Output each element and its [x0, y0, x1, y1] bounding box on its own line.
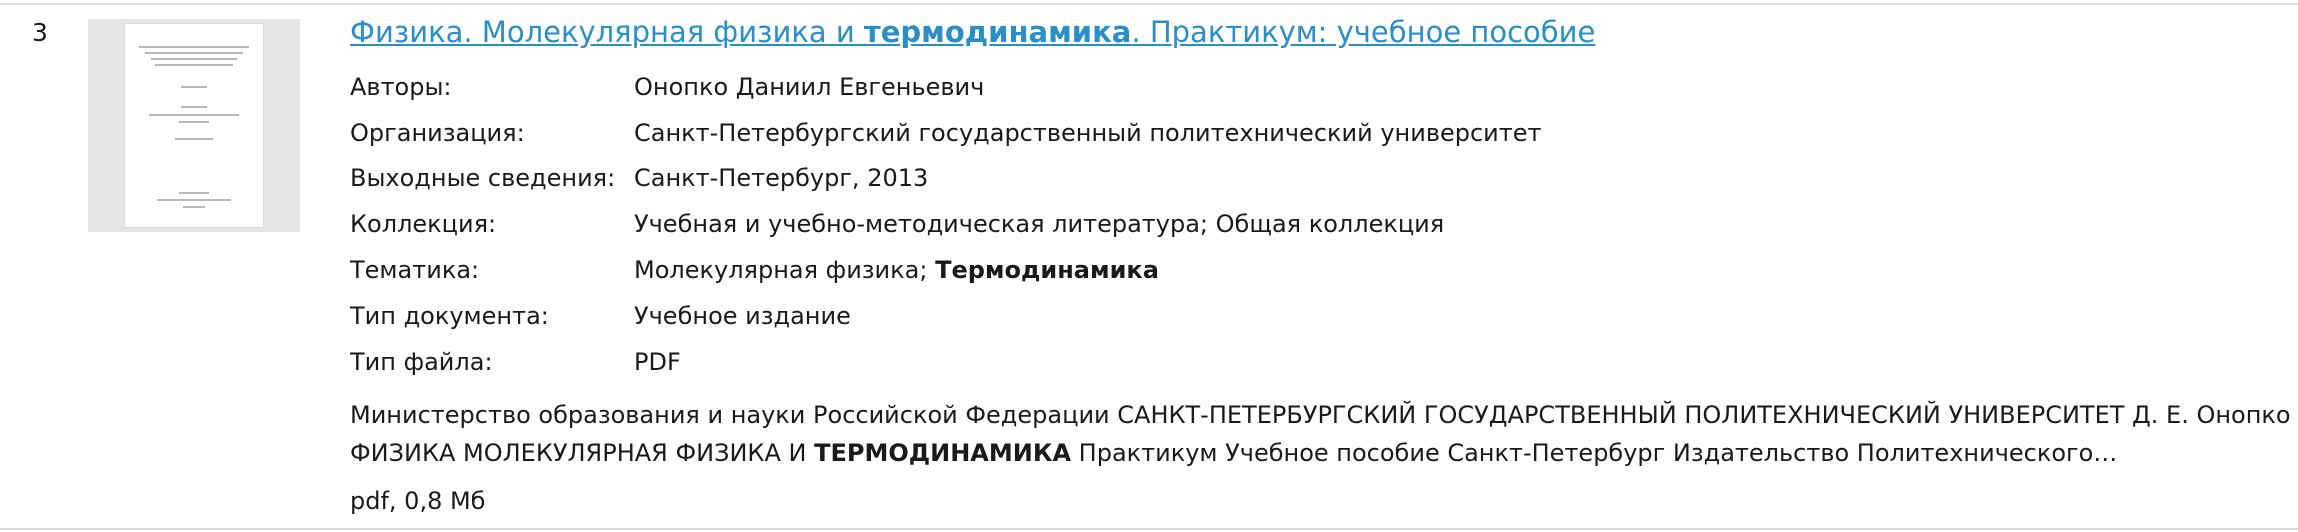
snippet-line-2: ФИЗИКА МОЛЕКУЛЯРНАЯ ФИЗИКА И ТЕРМОДИНАМИ…: [350, 438, 2117, 468]
topic-value-plain: Молекулярная физика;: [634, 256, 936, 284]
publication-label: Выходные сведения:: [350, 164, 616, 192]
title-highlight: термодинамика: [863, 15, 1132, 49]
snippet-highlight: ТЕРМОДИНАМИКА: [814, 439, 1072, 467]
file-type-value: PDF: [634, 348, 681, 376]
organization-value: Санкт-Петербургский государственный поли…: [634, 119, 1542, 147]
top-divider: [0, 3, 2298, 5]
authors-value: Онопко Даниил Евгеньевич: [634, 73, 985, 101]
file-type-label: Тип файла:: [350, 348, 493, 376]
file-info: pdf, 0,8 Мб: [350, 487, 486, 515]
thumbnail-page: [125, 24, 263, 227]
snippet-line-2-end: Практикум Учебное пособие Санкт-Петербур…: [1071, 439, 2118, 467]
result-title-link[interactable]: Физика. Молекулярная физика и термодинам…: [350, 14, 1595, 50]
topic-value: Молекулярная физика; Термодинамика: [634, 255, 1159, 285]
doc-type-value: Учебное издание: [634, 302, 851, 330]
doc-type-label: Тип документа:: [350, 302, 549, 330]
snippet-line-1: Министерство образования и науки Российс…: [350, 401, 2291, 429]
snippet-line-2-start: ФИЗИКА МОЛЕКУЛЯРНАЯ ФИЗИКА И: [350, 439, 815, 467]
publication-value: Санкт-Петербург, 2013: [634, 164, 929, 192]
title-part-2: . Практикум: учебное пособие: [1131, 15, 1596, 49]
bottom-divider: [0, 528, 2298, 530]
document-thumbnail[interactable]: [88, 19, 300, 232]
organization-label: Организация:: [350, 119, 525, 147]
topic-label: Тематика:: [350, 256, 480, 284]
collection-label: Коллекция:: [350, 210, 497, 238]
result-number: 3: [32, 18, 48, 47]
collection-value: Учебная и учебно-методическая литература…: [634, 210, 1445, 238]
title-part-1: Физика. Молекулярная физика и: [350, 15, 864, 49]
topic-value-highlight: Термодинамика: [935, 256, 1159, 284]
authors-label: Авторы:: [350, 73, 452, 101]
